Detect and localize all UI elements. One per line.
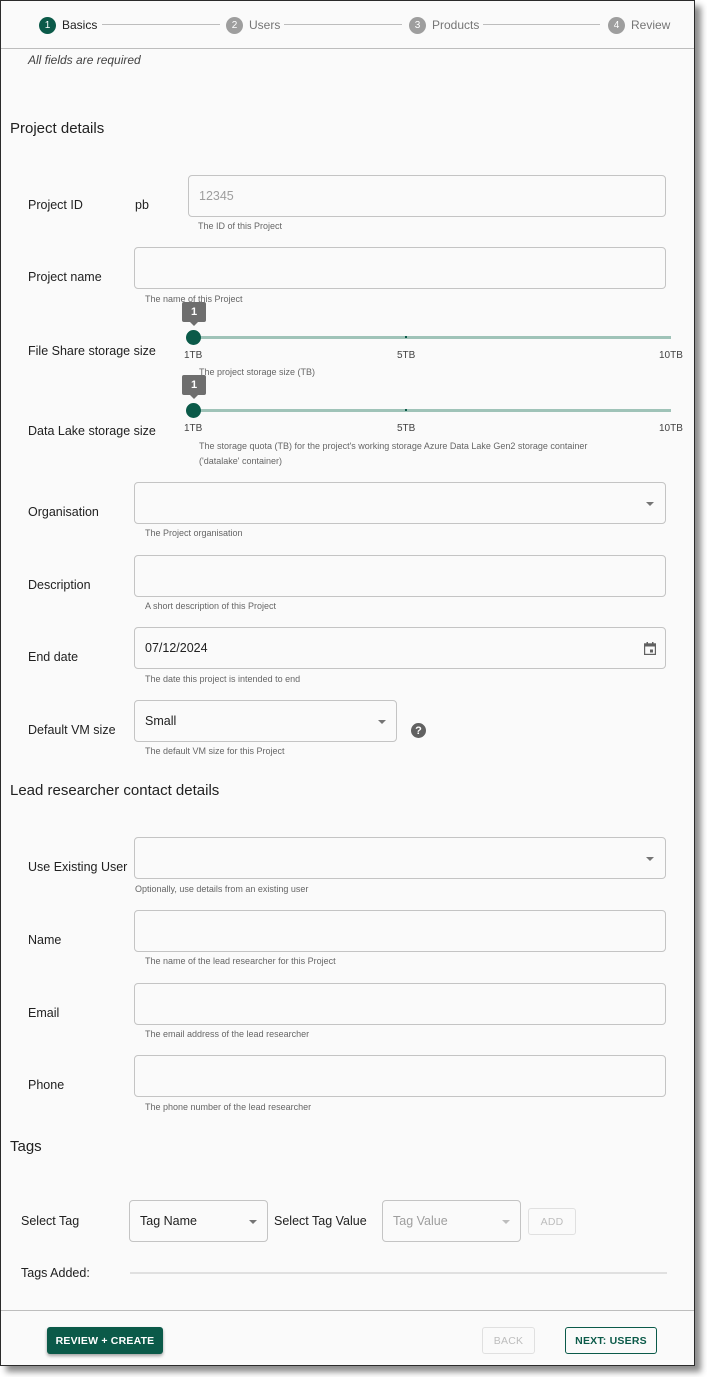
tag-name-select[interactable]: Tag Name xyxy=(129,1200,268,1242)
vm-size-label: Default VM size xyxy=(28,723,116,737)
data-lake-label: Data Lake storage size xyxy=(28,424,156,438)
chevron-down-icon xyxy=(502,1220,510,1224)
step-label: Users xyxy=(249,18,281,32)
researcher-phone-label: Phone xyxy=(28,1078,65,1092)
step-basics[interactable]: 1 Basics xyxy=(39,16,97,34)
project-name-label: Project name xyxy=(28,270,102,284)
researcher-phone-input[interactable] xyxy=(134,1055,666,1097)
vm-size-select[interactable]: Small xyxy=(134,700,397,742)
data-lake-mid-label: 5TB xyxy=(397,423,416,434)
end-date-hint: The date this project is intended to end xyxy=(145,674,301,684)
description-label: Description xyxy=(28,578,91,592)
section-title-lead-researcher: Lead researcher contact details xyxy=(10,782,220,799)
step-label: Basics xyxy=(62,18,98,32)
data-lake-slider-track[interactable] xyxy=(193,409,671,412)
file-share-mid-label: 5TB xyxy=(397,350,416,361)
existing-user-select[interactable] xyxy=(134,837,666,879)
step-number: 3 xyxy=(409,16,426,34)
description-hint: A short description of this Project xyxy=(145,601,277,611)
end-date-input[interactable]: 07/12/2024 xyxy=(134,627,666,669)
file-share-slider-value: 1 xyxy=(182,302,206,326)
wizard-stepper: 1 Basics 2 Users 3 Products 4 Review xyxy=(1,1,694,49)
footer-divider xyxy=(1,1310,694,1311)
file-share-slider-tick xyxy=(405,336,407,338)
vm-size-value: Small xyxy=(145,714,177,728)
project-id-placeholder: 12345 xyxy=(199,189,234,203)
review-create-button[interactable]: REVIEW + CREATE xyxy=(47,1327,163,1354)
data-lake-slider-tick xyxy=(405,409,407,411)
next-users-button[interactable]: NEXT: USERS xyxy=(565,1327,657,1354)
file-share-slider-thumb[interactable] xyxy=(186,330,201,345)
chevron-down-icon xyxy=(646,502,654,506)
data-lake-max-label: 10TB xyxy=(659,423,683,434)
step-users[interactable]: 2 Users xyxy=(226,16,280,34)
step-label: Review xyxy=(631,18,671,32)
organisation-hint: The Project organisation xyxy=(145,528,243,538)
file-share-slider-track[interactable] xyxy=(193,336,671,339)
step-products[interactable]: 3 Products xyxy=(409,16,479,34)
data-lake-slider-thumb[interactable] xyxy=(186,403,201,418)
select-tag-label: Select Tag xyxy=(21,1214,80,1228)
select-tag-value-label: Select Tag Value xyxy=(274,1214,367,1228)
file-share-label: File Share storage size xyxy=(28,344,156,358)
tag-value-select[interactable]: Tag Value xyxy=(382,1200,521,1242)
required-note: All fields are required xyxy=(28,53,141,67)
step-number: 2 xyxy=(226,16,243,34)
file-share-max-label: 10TB xyxy=(659,350,683,361)
help-icon[interactable]: ? xyxy=(411,723,426,738)
chevron-down-icon xyxy=(249,1220,257,1224)
end-date-label: End date xyxy=(28,650,79,664)
data-lake-hint-line2: ('datalake' container) xyxy=(199,456,282,466)
data-lake-min-label: 1TB xyxy=(184,423,203,434)
project-id-prefix: pb xyxy=(135,198,149,212)
description-input[interactable] xyxy=(134,555,666,597)
researcher-email-label: Email xyxy=(28,1006,60,1020)
step-number: 1 xyxy=(39,16,56,34)
tags-added-list xyxy=(130,1272,667,1274)
project-id-label: Project ID xyxy=(28,198,83,212)
calendar-icon[interactable] xyxy=(644,642,656,655)
researcher-email-input[interactable] xyxy=(134,983,666,1025)
file-share-hint: The project storage size (TB) xyxy=(199,367,316,377)
add-tag-button[interactable]: ADD xyxy=(528,1208,576,1235)
end-date-value: 07/12/2024 xyxy=(145,641,208,655)
project-id-input[interactable]: 12345 xyxy=(188,175,666,217)
existing-user-hint: Optionally, use details from an existing… xyxy=(135,884,309,894)
researcher-email-hint: The email address of the lead researcher xyxy=(145,1029,310,1039)
researcher-name-label: Name xyxy=(28,933,62,947)
organisation-label: Organisation xyxy=(28,505,99,519)
section-title-project-details: Project details xyxy=(10,120,105,137)
step-review[interactable]: 4 Review xyxy=(608,16,670,34)
tags-added-label: Tags Added: xyxy=(21,1266,90,1280)
data-lake-slider-value: 1 xyxy=(182,375,206,399)
researcher-name-hint: The name of the lead researcher for this… xyxy=(145,956,336,966)
tag-name-value: Tag Name xyxy=(140,1214,197,1228)
back-button[interactable]: BACK xyxy=(482,1327,535,1354)
file-share-min-label: 1TB xyxy=(184,350,203,361)
existing-user-label: Use Existing User xyxy=(28,860,128,874)
chevron-down-icon xyxy=(378,720,386,724)
create-project-wizard: 1 Basics 2 Users 3 Products 4 Review All… xyxy=(0,0,695,1366)
project-name-input[interactable] xyxy=(134,247,666,289)
vm-size-hint: The default VM size for this Project xyxy=(145,746,285,756)
researcher-name-input[interactable] xyxy=(134,910,666,952)
project-id-hint: The ID of this Project xyxy=(198,221,283,231)
step-connector xyxy=(102,24,220,25)
data-lake-hint: The storage quota (TB) for the project's… xyxy=(199,441,588,451)
step-connector xyxy=(483,24,600,25)
tag-value-placeholder: Tag Value xyxy=(393,1214,448,1228)
chevron-down-icon xyxy=(646,857,654,861)
researcher-phone-hint: The phone number of the lead researcher xyxy=(145,1102,312,1112)
step-number: 4 xyxy=(608,16,625,34)
section-title-tags: Tags xyxy=(10,1138,42,1155)
step-connector xyxy=(284,24,402,25)
step-label: Products xyxy=(432,18,480,32)
organisation-select[interactable] xyxy=(134,482,666,524)
